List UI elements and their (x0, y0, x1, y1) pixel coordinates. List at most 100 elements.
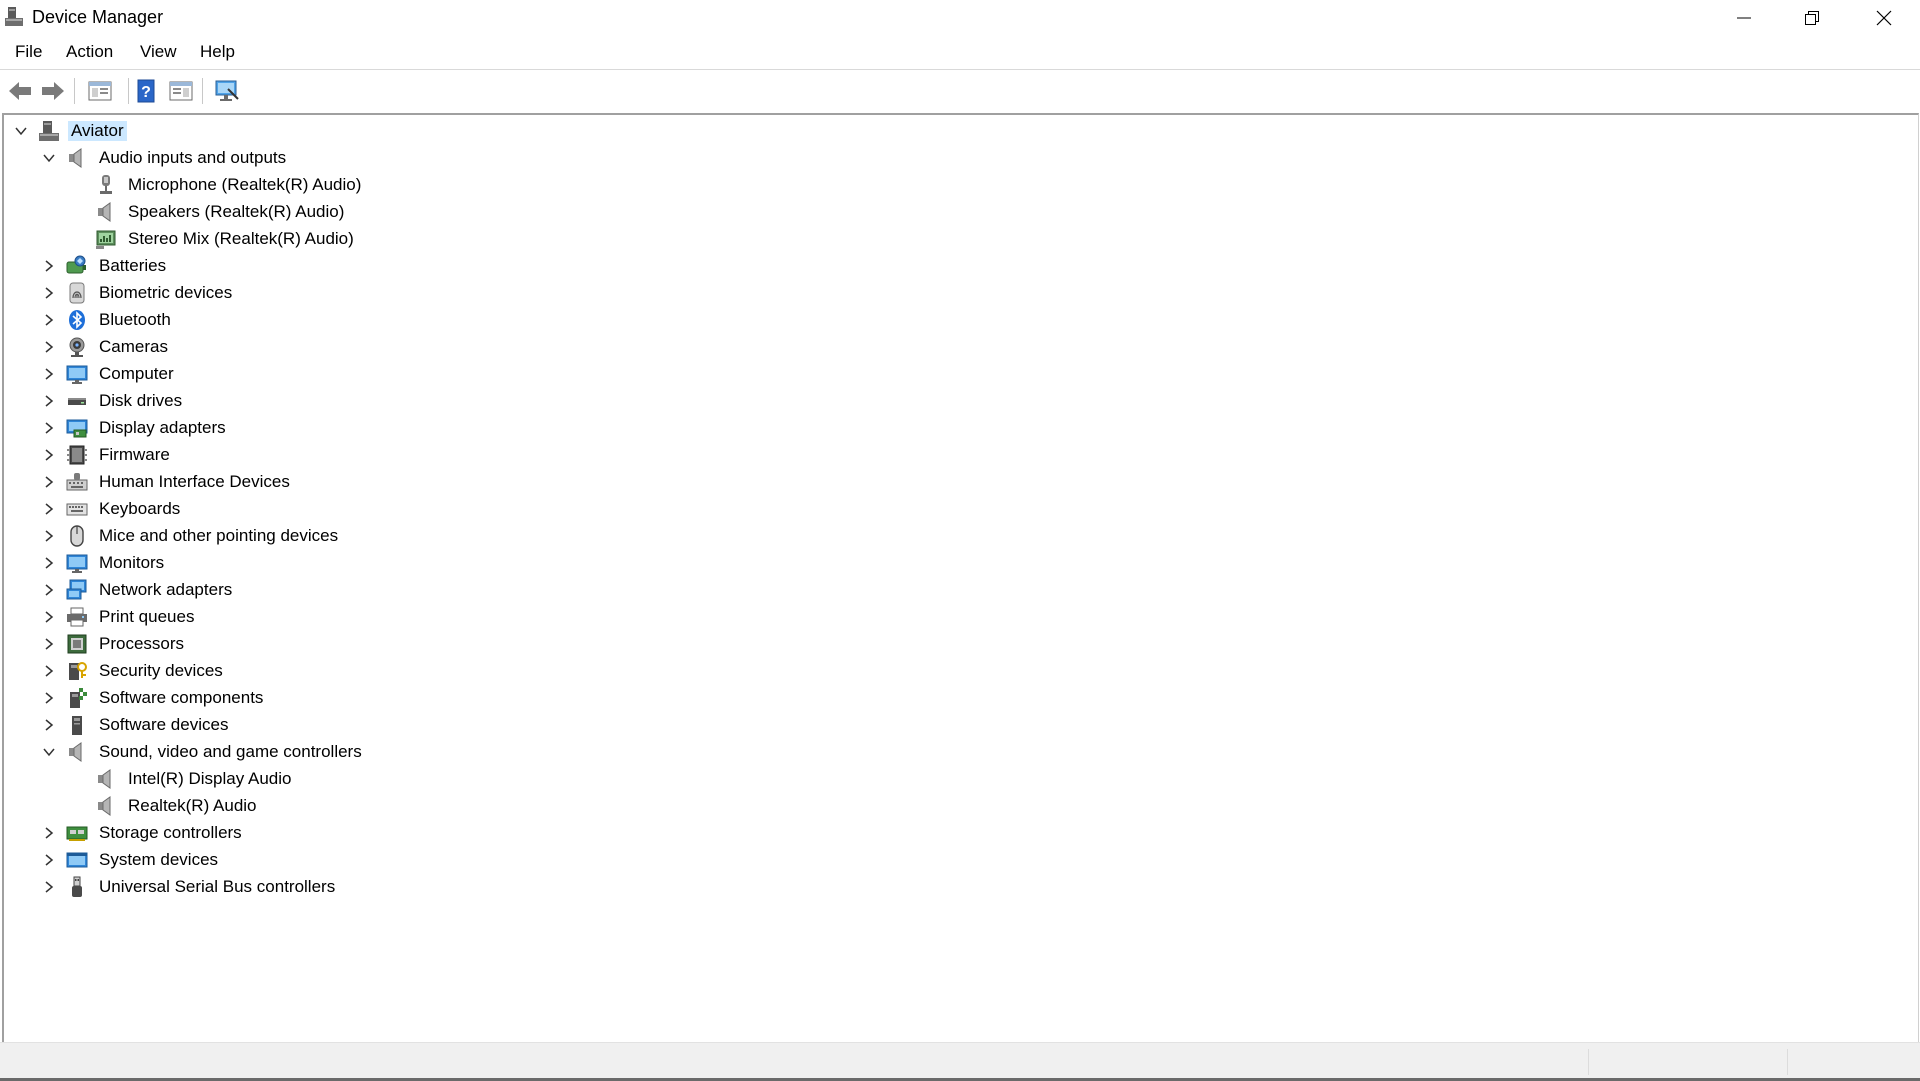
status-separator (1787, 1049, 1788, 1075)
tree-item-keyboards[interactable]: Keyboards (4, 496, 1904, 523)
show-hide-pane-button[interactable] (166, 76, 196, 106)
tree-item-label: Print queues (99, 607, 195, 626)
tree-item-label: Computer (99, 364, 174, 383)
tree-item-mice-and-other-pointing-devices[interactable]: Mice and other pointing devices (4, 523, 1904, 550)
tree-item-computer[interactable]: Computer (4, 361, 1904, 388)
tree-item-label: Batteries (99, 256, 167, 275)
tree-item-bluetooth[interactable]: Bluetooth (4, 307, 1904, 334)
disk-drive-icon (66, 390, 88, 412)
tree-item-software-components[interactable]: Software components (4, 685, 1904, 712)
chevron-right-icon[interactable] (42, 502, 56, 516)
network-adapter-icon (66, 579, 88, 601)
chevron-down-icon[interactable] (14, 124, 28, 138)
mouse-icon (66, 525, 88, 547)
properties-console-button[interactable] (85, 76, 115, 106)
tree-item-security-devices[interactable]: Security devices (4, 658, 1904, 685)
device-manager-app-icon (4, 6, 24, 28)
tree-root-label: Aviator (68, 121, 127, 141)
menu-help[interactable]: Help (198, 42, 237, 62)
tree-item-audio-inputs-and-outputs[interactable]: Audio inputs and outputs (4, 145, 1904, 172)
chevron-right-icon[interactable] (42, 880, 56, 894)
menu-file[interactable]: File (13, 42, 44, 62)
chevron-right-icon[interactable] (42, 853, 56, 867)
tree-item-processors[interactable]: Processors (4, 631, 1904, 658)
tree-item-cameras[interactable]: Cameras (4, 334, 1904, 361)
computer-icon (66, 363, 88, 385)
chevron-right-icon[interactable] (42, 718, 56, 732)
properties-console-icon (88, 81, 112, 101)
tree-item-software-devices[interactable]: Software devices (4, 712, 1904, 739)
speaker-icon (95, 201, 117, 223)
tree-item-label: Mice and other pointing devices (99, 526, 339, 545)
chevron-right-icon[interactable] (42, 448, 56, 462)
tree-item-label: Storage controllers (99, 823, 242, 842)
speaker-icon (66, 741, 88, 763)
chevron-right-icon[interactable] (42, 394, 56, 408)
chevron-right-icon[interactable] (42, 664, 56, 678)
chevron-right-icon[interactable] (42, 583, 56, 597)
chevron-right-icon[interactable] (42, 313, 56, 327)
menu-action[interactable]: Action (64, 42, 115, 62)
chevron-right-icon[interactable] (42, 691, 56, 705)
hid-icon (66, 471, 88, 493)
tree-item-universal-serial-bus-controllers[interactable]: Universal Serial Bus controllers (4, 874, 1904, 901)
status-separator (1588, 1049, 1589, 1075)
help-button[interactable]: ? (131, 76, 161, 106)
back-arrow-icon (9, 82, 31, 100)
tree-item-human-interface-devices[interactable]: Human Interface Devices (4, 469, 1904, 496)
tree-child-stereo-mix-realtek-r-audio[interactable]: Stereo Mix (Realtek(R) Audio) (4, 226, 1904, 253)
tree-item-print-queues[interactable]: Print queues (4, 604, 1904, 631)
tree-item-firmware[interactable]: Firmware (4, 442, 1904, 469)
usb-icon (66, 876, 88, 898)
chevron-right-icon[interactable] (42, 610, 56, 624)
tree-item-monitors[interactable]: Monitors (4, 550, 1904, 577)
tree-item-system-devices[interactable]: System devices (4, 847, 1904, 874)
system-device-icon (66, 849, 88, 871)
chevron-right-icon[interactable] (42, 259, 56, 273)
chevron-right-icon[interactable] (42, 556, 56, 570)
toolbar-separator (74, 78, 75, 104)
tree-item-biometric-devices[interactable]: Biometric devices (4, 280, 1904, 307)
tree-item-label: System devices (99, 850, 219, 869)
close-button[interactable] (1850, 0, 1918, 36)
device-tree[interactable]: Aviator Audio inputs and outputs Micropho… (2, 113, 1919, 1044)
tree-item-disk-drives[interactable]: Disk drives (4, 388, 1904, 415)
chevron-right-icon[interactable] (42, 367, 56, 381)
chevron-right-icon[interactable] (42, 826, 56, 840)
chevron-right-icon[interactable] (42, 475, 56, 489)
show-hide-pane-icon (169, 81, 193, 101)
stereo-mix-icon (95, 228, 117, 250)
chevron-right-icon[interactable] (42, 637, 56, 651)
chevron-right-icon[interactable] (42, 529, 56, 543)
tree-child-microphone-realtek-r-audio[interactable]: Microphone (Realtek(R) Audio) (4, 172, 1904, 199)
svg-text:?: ? (141, 84, 151, 101)
restore-button[interactable] (1778, 0, 1846, 36)
chevron-down-icon[interactable] (42, 745, 56, 759)
speaker-icon (95, 795, 117, 817)
forward-button[interactable] (38, 76, 68, 106)
tree-child-speakers-realtek-r-audio[interactable]: Speakers (Realtek(R) Audio) (4, 199, 1904, 226)
tree-item-label: Software components (99, 688, 264, 707)
tree-root[interactable]: Aviator (4, 118, 1904, 145)
status-bar (0, 1042, 1920, 1081)
chevron-right-icon[interactable] (42, 286, 56, 300)
minimize-button[interactable] (1710, 0, 1778, 36)
tree-item-display-adapters[interactable]: Display adapters (4, 415, 1904, 442)
tree-child-realtek-r-audio[interactable]: Realtek(R) Audio (4, 793, 1904, 820)
menu-view[interactable]: View (138, 42, 179, 62)
chevron-right-icon[interactable] (42, 340, 56, 354)
menu-bar: File Action View Help (0, 36, 1920, 69)
tree-item-network-adapters[interactable]: Network adapters (4, 577, 1904, 604)
speaker-icon (95, 768, 117, 790)
tree-item-storage-controllers[interactable]: Storage controllers (4, 820, 1904, 847)
tree-item-sound-video-and-game-controllers[interactable]: Sound, video and game controllers (4, 739, 1904, 766)
back-button[interactable] (5, 76, 35, 106)
chevron-down-icon[interactable] (42, 151, 56, 165)
tree-item-label: Biometric devices (99, 283, 233, 302)
tree-child-intel-r-display-audio[interactable]: Intel(R) Display Audio (4, 766, 1904, 793)
tree-item-batteries[interactable]: Batteries (4, 253, 1904, 280)
firmware-icon (66, 444, 88, 466)
chevron-right-icon[interactable] (42, 421, 56, 435)
display-adapter-icon (66, 417, 88, 439)
scan-hardware-button[interactable] (212, 76, 242, 106)
